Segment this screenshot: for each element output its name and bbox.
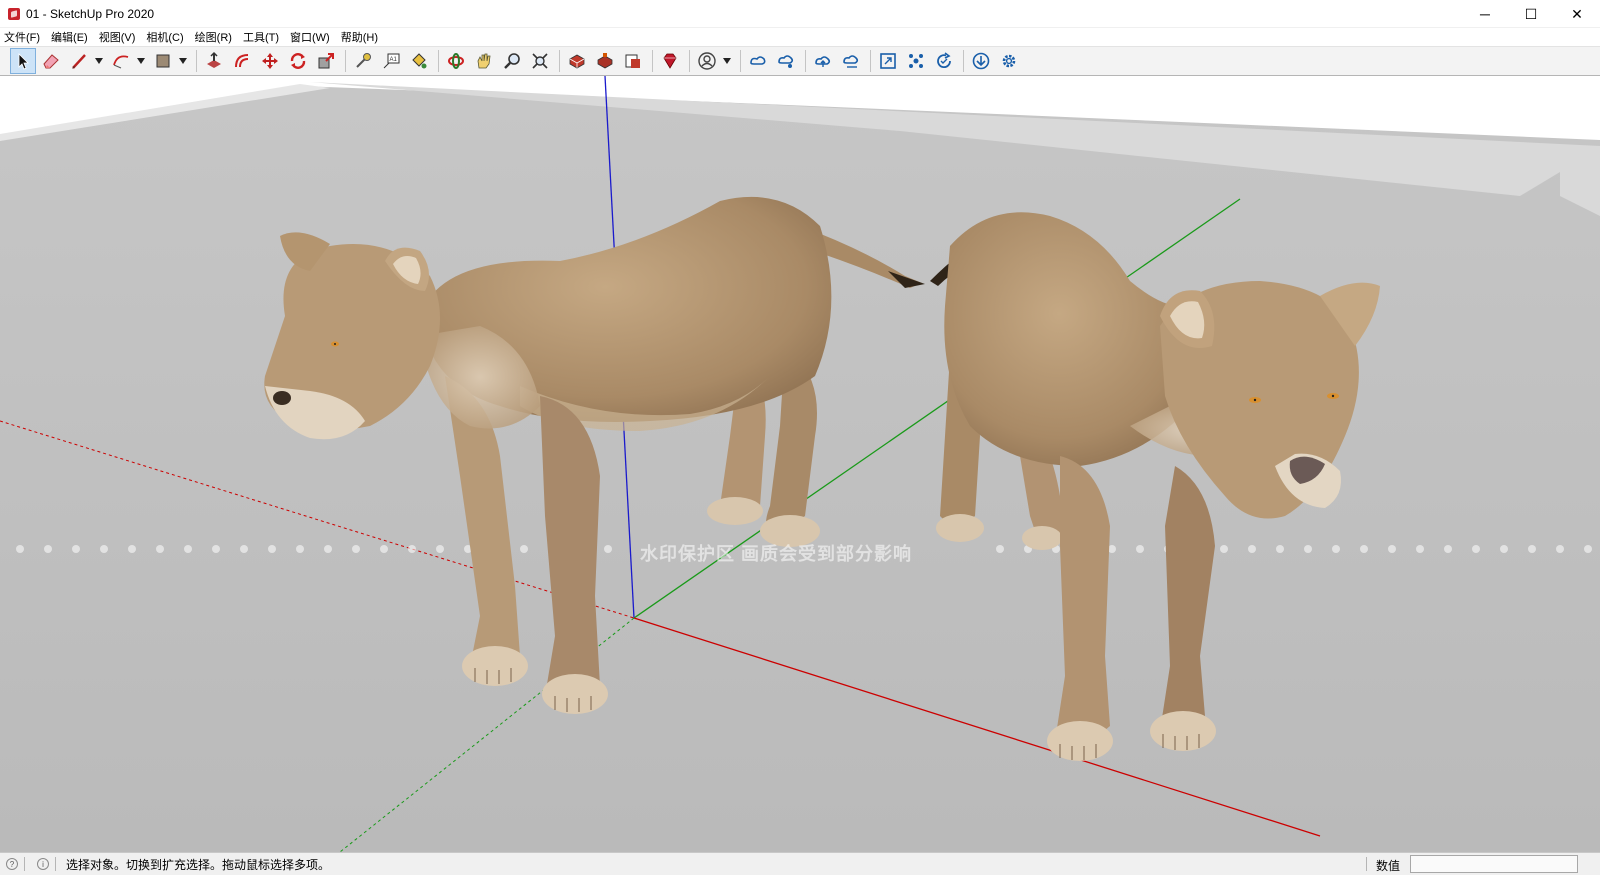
- toolbar-separator: [438, 50, 439, 72]
- status-message: 选择对象。切换到扩充选择。拖动鼠标选择多项。: [66, 857, 331, 872]
- menu-camera[interactable]: 相机(C): [146, 29, 183, 45]
- rectangle-dropdown-chevron-icon[interactable]: [178, 48, 188, 74]
- cloud-upload-icon[interactable]: [810, 48, 836, 74]
- window-controls: ─ ☐ ✕: [1462, 0, 1600, 28]
- paint-bucket-icon[interactable]: [406, 48, 432, 74]
- toolbar: A1: [0, 46, 1600, 76]
- status-bar: ? i 选择对象。切换到扩充选择。拖动鼠标选择多项。 数值: [0, 852, 1600, 875]
- extension-warehouse-icon[interactable]: [592, 48, 618, 74]
- line-icon[interactable]: [66, 48, 92, 74]
- eraser-icon[interactable]: [38, 48, 64, 74]
- refresh-icon[interactable]: [931, 48, 957, 74]
- toolbar-separator: [196, 50, 197, 72]
- toolbar-separator: [740, 50, 741, 72]
- toolbar-separator: [870, 50, 871, 72]
- rotate-icon[interactable]: [285, 48, 311, 74]
- 3d-warehouse-icon[interactable]: [564, 48, 590, 74]
- modeling-viewport[interactable]: 水印保护区 画质会受到部分影响: [0, 76, 1600, 852]
- toolbar-separator: [689, 50, 690, 72]
- sketchup-logo-icon: [8, 7, 20, 20]
- svg-text:A1: A1: [390, 57, 398, 63]
- measurements-label: 数值: [1376, 859, 1401, 873]
- menu-window[interactable]: 窗口(W): [290, 29, 330, 45]
- text-icon[interactable]: A1: [378, 48, 404, 74]
- menu-bar: 文件(F) 编辑(E) 视图(V) 相机(C) 绘图(R) 工具(T) 窗口(W…: [0, 28, 1600, 46]
- status-divider: [24, 857, 25, 871]
- model-info-icon[interactable]: [903, 48, 929, 74]
- measurements-input[interactable]: [1410, 855, 1578, 873]
- toolbar-separator: [652, 50, 653, 72]
- scene-canvas[interactable]: [0, 76, 1600, 852]
- zoom-extents-icon[interactable]: [527, 48, 553, 74]
- layout-icon[interactable]: [620, 48, 646, 74]
- line-dropdown-chevron-icon[interactable]: [94, 48, 104, 74]
- push-pull-icon[interactable]: [201, 48, 227, 74]
- watermark-banner: 水印保护区 画质会受到部分影响: [640, 544, 912, 564]
- cloud-share-icon[interactable]: [773, 48, 799, 74]
- select-icon[interactable]: [10, 48, 36, 74]
- toolbar-separator: [963, 50, 964, 72]
- account-dropdown-chevron-icon[interactable]: [722, 48, 732, 74]
- settings-icon[interactable]: [996, 48, 1022, 74]
- menu-help[interactable]: 帮助(H): [341, 29, 378, 45]
- arc-dropdown-chevron-icon[interactable]: [136, 48, 146, 74]
- window-title: 01 - SketchUp Pro 2020: [26, 6, 155, 21]
- menu-tools[interactable]: 工具(T): [243, 29, 279, 45]
- close-button[interactable]: ✕: [1554, 0, 1600, 28]
- toolbar-separator: [345, 50, 346, 72]
- status-divider: [55, 857, 56, 871]
- measurements-divider: [1366, 857, 1367, 871]
- zoom-icon[interactable]: [499, 48, 525, 74]
- account-icon[interactable]: [694, 48, 720, 74]
- minimize-button[interactable]: ─: [1462, 0, 1508, 28]
- arc-icon[interactable]: [108, 48, 134, 74]
- menu-edit[interactable]: 编辑(E): [51, 29, 88, 45]
- ruby-console-icon[interactable]: [657, 48, 683, 74]
- tape-measure-icon[interactable]: [350, 48, 376, 74]
- orbit-icon[interactable]: [443, 48, 469, 74]
- toolbar-separator: [559, 50, 560, 72]
- scale-icon[interactable]: [313, 48, 339, 74]
- menu-draw[interactable]: 绘图(R): [195, 29, 232, 45]
- pan-icon[interactable]: [471, 48, 497, 74]
- rectangle-icon[interactable]: [150, 48, 176, 74]
- cloud-sync-icon[interactable]: [838, 48, 864, 74]
- geo-location-icon[interactable]: ?: [6, 858, 18, 870]
- offset-icon[interactable]: [229, 48, 255, 74]
- menu-view[interactable]: 视图(V): [99, 29, 136, 45]
- trimble-connect-icon[interactable]: [745, 48, 771, 74]
- download-icon[interactable]: [968, 48, 994, 74]
- title-bar: 01 - SketchUp Pro 2020 ─ ☐ ✕: [0, 0, 1600, 28]
- info-icon[interactable]: i: [37, 858, 49, 870]
- toolbar-separator: [805, 50, 806, 72]
- maximize-button[interactable]: ☐: [1508, 0, 1554, 28]
- collaborate-icon[interactable]: [875, 48, 901, 74]
- menu-file[interactable]: 文件(F): [4, 29, 40, 45]
- move-icon[interactable]: [257, 48, 283, 74]
